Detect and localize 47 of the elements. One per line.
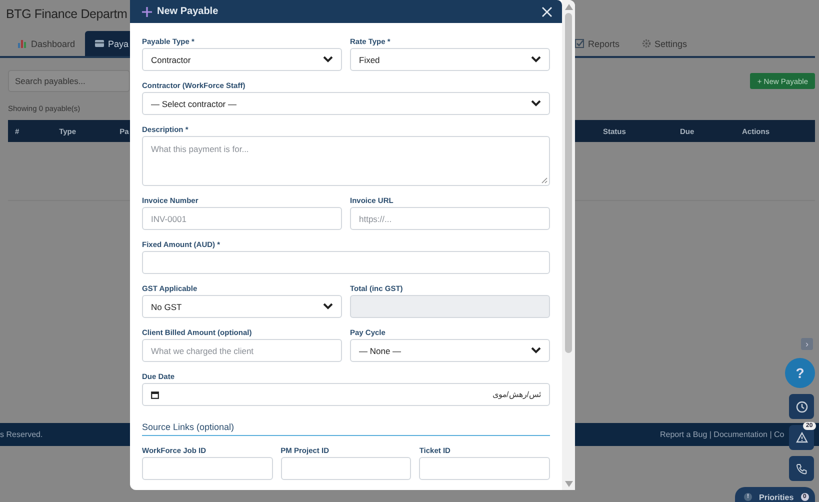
search-field[interactable]: Search payables... xyxy=(8,70,130,92)
nav-tab[interactable]: Dashboard xyxy=(8,31,86,56)
input-field[interactable]: INV-0001 xyxy=(142,207,342,230)
select-field[interactable]: — None — xyxy=(350,339,550,362)
input-field[interactable] xyxy=(142,457,273,480)
calendar-icon xyxy=(151,390,159,398)
text-area[interactable]: What this payment is for... xyxy=(142,136,550,186)
input-field[interactable] xyxy=(142,251,550,274)
select-field[interactable]: Contractor xyxy=(142,48,342,71)
input-field[interactable]: What we charged the client xyxy=(142,339,342,362)
chevron-down-icon xyxy=(531,56,541,63)
chevron-down-icon xyxy=(323,303,333,310)
resize-grip-icon xyxy=(541,177,548,184)
input-field[interactable] xyxy=(280,457,412,480)
dialog-title: New Payable xyxy=(157,6,220,17)
card-icon xyxy=(95,40,104,47)
chevron-down-icon xyxy=(323,56,333,63)
collapse-button[interactable]: › xyxy=(801,338,813,350)
close-icon[interactable] xyxy=(542,6,552,16)
input-field[interactable] xyxy=(419,457,550,480)
nav-tab[interactable]: Settings xyxy=(642,38,688,48)
copyright-text: s Reserved. xyxy=(0,430,44,439)
select-field[interactable]: No GST xyxy=(142,295,342,318)
gear-icon xyxy=(642,39,651,48)
chevron-down-icon xyxy=(531,347,541,354)
alerts-button[interactable] xyxy=(789,425,814,450)
page-title: BTG Finance Departm xyxy=(5,6,128,23)
scrollbar[interactable] xyxy=(562,0,575,490)
call-button[interactable] xyxy=(789,456,814,481)
help-button[interactable]: ? xyxy=(785,358,815,388)
history-button[interactable] xyxy=(789,394,814,419)
date-field[interactable]: ئس/رهش/موی xyxy=(142,383,550,406)
section-heading: Source Links (optional) xyxy=(142,416,550,436)
input-field[interactable]: https://... xyxy=(350,207,550,230)
chevron-down-icon xyxy=(531,100,541,107)
bar-chart-icon xyxy=(18,39,27,48)
select-field[interactable]: — Select contractor — xyxy=(142,92,550,115)
checkbox-icon xyxy=(575,39,584,48)
scroll-down-icon[interactable] xyxy=(564,481,572,487)
select-field[interactable]: Fixed xyxy=(350,48,550,71)
scroll-thumb[interactable] xyxy=(565,13,572,353)
phone-icon xyxy=(796,462,808,474)
nav-tab[interactable]: Reports xyxy=(575,38,620,48)
clock-icon xyxy=(796,400,808,412)
scroll-up-icon[interactable] xyxy=(564,4,572,10)
warning-icon xyxy=(796,432,808,443)
plus-icon xyxy=(142,6,152,16)
